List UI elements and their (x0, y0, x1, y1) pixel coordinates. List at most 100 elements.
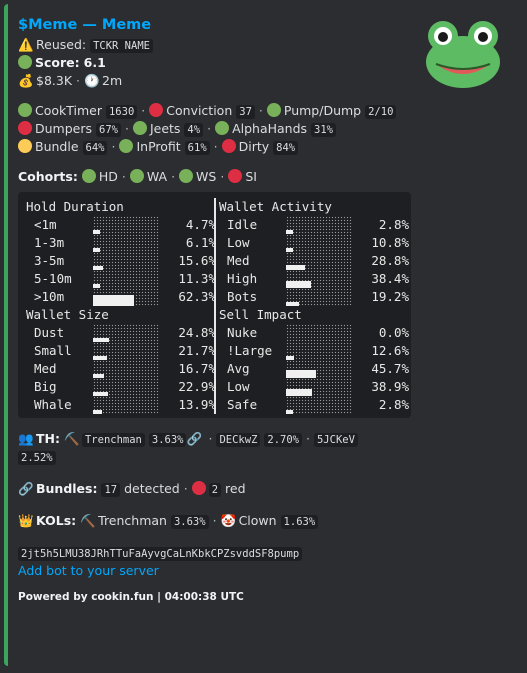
metric-value: 37 (236, 105, 255, 119)
row-label: Avg (227, 361, 250, 376)
table-row: 1-3m 6.1% (26, 234, 216, 252)
histogram-bar (286, 216, 352, 234)
add-bot-link[interactable]: Add bot to your server (18, 563, 159, 578)
people-icon: 👥 (18, 431, 34, 446)
histogram-bar (286, 234, 352, 252)
row-percent: 0.0% (378, 325, 409, 340)
row-percent: 4.7% (185, 217, 216, 232)
row-percent: 38.4% (371, 271, 409, 286)
metrics-line: Bundle 64% · InProfit 61% · Dirty 84% (18, 138, 508, 156)
row-label: Whale (34, 397, 72, 412)
cohorts-line: Cohorts: HD · WA · WS · SI (18, 169, 257, 184)
cohort-name: WS (196, 169, 217, 184)
th-item: Trenchman (81, 433, 145, 447)
metric-value: 67% (96, 123, 121, 137)
histogram-bar (93, 360, 159, 378)
table-row: Avg 45.7% (219, 360, 409, 378)
metric-value: 2/10 (365, 105, 397, 119)
metric-value: 84% (273, 141, 299, 155)
histogram-bar (286, 270, 352, 288)
metric-name: AlphaHands (232, 121, 308, 136)
histogram-bar (93, 234, 159, 252)
table-row: Small 21.7% (26, 342, 216, 360)
row-label: Med (227, 253, 250, 268)
link-icon: 🔗 (18, 481, 34, 496)
clock-icon: 🕐 (84, 73, 100, 88)
row-label: Safe (227, 397, 258, 412)
score-line: Score: 6.1 (18, 54, 508, 72)
metric-value: 61% (184, 141, 210, 155)
metric-name: Conviction (166, 103, 233, 118)
row-percent: 28.8% (371, 253, 409, 268)
row-percent: 2.8% (378, 217, 409, 232)
green-circle-icon (18, 103, 32, 117)
ticker-code: TCKR NAME (90, 39, 153, 53)
red-circle-icon (228, 169, 243, 183)
histogram-bar (93, 342, 159, 360)
reused-line: ⚠️ Reused: TCKR NAME (18, 36, 508, 54)
bar-fill (286, 410, 293, 414)
red-circle-icon (18, 121, 32, 135)
table-row: Safe 2.8% (219, 396, 409, 414)
histogram-bar (93, 396, 159, 414)
histogram-bar (286, 342, 352, 360)
row-percent: 6.1% (185, 235, 216, 250)
metric-name: Jeets (149, 121, 181, 136)
cohort-name: WA (146, 169, 168, 184)
red-circle-icon (191, 481, 206, 495)
row-label: Nuke (227, 325, 258, 340)
row-label: >10m (34, 289, 65, 304)
row-label: Bots (227, 289, 258, 304)
row-percent: 12.6% (371, 343, 409, 358)
bar-fill (93, 294, 135, 306)
table-left-column: Hold Duration <1m 4.7% 1-3m 6.1% 3-5m 15.6% 5-1… (26, 198, 216, 414)
row-label: Dust (34, 325, 65, 340)
table-row: Low 38.9% (219, 378, 409, 396)
bar-fill (286, 388, 312, 396)
metric-name: Dumpers (35, 121, 93, 136)
row-label: !Large (227, 343, 273, 358)
row-percent: 16.7% (178, 361, 216, 376)
row-percent: 15.6% (178, 253, 216, 268)
embed-title[interactable]: $Meme — Meme (18, 14, 508, 36)
row-percent: 13.9% (178, 397, 216, 412)
histogram-bar (93, 288, 159, 306)
metrics-line: CookTimer 1630 · Conviction 37 · Pump/Dump 2… (18, 102, 508, 120)
row-percent: 62.3% (178, 289, 216, 304)
metric-name: InProfit (136, 139, 181, 154)
metric-name: Dirty (238, 139, 270, 154)
th-line: 👥 TH: ⛏️ Trenchman 3.63% 🔗 · DECkwZ 2.70% · 5JC… (18, 430, 508, 448)
table-row: <1m 4.7% (26, 216, 216, 234)
row-percent: 19.2% (371, 289, 409, 304)
bot-embed: $Meme — Meme ⚠️ Reused: TCKR NAME Score: … (4, 4, 520, 666)
row-label: Big (34, 379, 57, 394)
clown-icon: 🤡 (220, 513, 237, 528)
row-label: Small (34, 343, 72, 358)
cohort-name: HD (98, 169, 118, 184)
row-label: 5-10m (34, 271, 72, 286)
histogram-bar (93, 216, 159, 234)
metrics-block: CookTimer 1630 · Conviction 37 · Pump/Dump 2… (18, 102, 508, 156)
row-label: 3-5m (34, 253, 65, 268)
table-row: Dust 24.8% (26, 324, 216, 342)
warning-icon: ⚠️ (18, 37, 34, 52)
red-circle-icon (221, 139, 236, 153)
table-section-header: Wallet Size (26, 307, 109, 322)
table-row: 5-10m 11.3% (26, 270, 216, 288)
row-label: Low (227, 379, 250, 394)
row-label: Med (34, 361, 57, 376)
metric-value: 31% (311, 123, 336, 137)
table-row: Med 16.7% (26, 360, 216, 378)
table-row: Med 28.8% (219, 252, 409, 270)
table-row: >10m 62.3% (26, 288, 216, 306)
histogram-bar (286, 252, 352, 270)
row-percent: 2.8% (378, 397, 409, 412)
yellow-circle-icon (18, 139, 32, 153)
table-section-header: Sell Impact (219, 307, 302, 322)
row-percent: 22.9% (178, 379, 216, 394)
th-item-value: 2.52% (18, 451, 56, 465)
score-value: 6.1 (83, 55, 106, 70)
cohort-name: SI (245, 169, 257, 184)
contract-address[interactable]: 2jt5h5LMU38JRhTTuFaAyvgCaLnKbkCPZsvddSF8… (18, 547, 303, 561)
red-circle-icon (149, 103, 164, 117)
